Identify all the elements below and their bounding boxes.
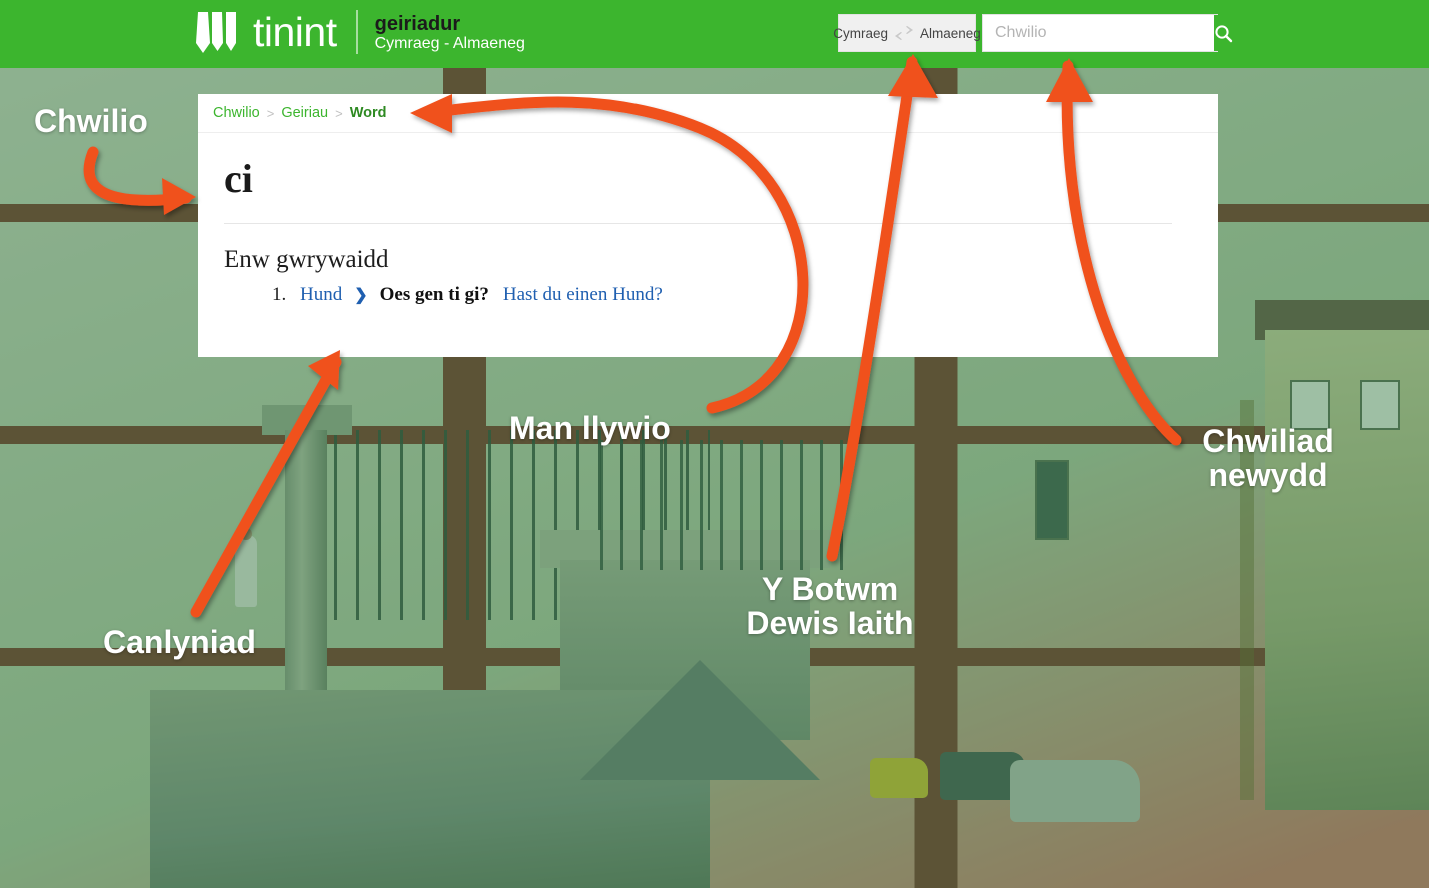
chevron-right-icon: ❯	[354, 287, 368, 304]
brand[interactable]: tinint geiriadur Cymraeg - Almaeneg	[196, 10, 525, 54]
site-header: tinint geiriadur Cymraeg - Almaeneg Cymr…	[0, 0, 1429, 68]
breadcrumb-item-word: Word	[349, 105, 387, 121]
breadcrumb-item-geiriau[interactable]: Geiriau	[281, 105, 328, 121]
app-title: geiriadur	[374, 12, 461, 35]
example-target: Hast du einen Hund?	[502, 284, 663, 305]
example-source: Oes gen ti gi?	[379, 284, 489, 305]
sense-item: 1. Hund ❯ Oes gen ti gi? Hast du einen H…	[272, 284, 1182, 306]
search-input[interactable]	[983, 15, 1214, 51]
search-box[interactable]	[982, 14, 1233, 52]
dictionary-entry: ci Enw gwrywaidd 1. Hund ❯ Oes gen ti gi…	[198, 133, 1218, 306]
headword: ci	[224, 156, 253, 201]
breadcrumb-separator: >	[335, 105, 343, 121]
sense-number: 1.	[272, 284, 287, 305]
swap-arrows-icon	[893, 26, 914, 40]
wordmark: tinint	[253, 9, 337, 55]
sense-translation[interactable]: Hund	[300, 284, 342, 306]
language-toggle-button[interactable]: Cymraeg Almaeneg	[833, 14, 981, 52]
breadcrumb-separator: >	[266, 105, 275, 121]
sense-list: 1. Hund ❯ Oes gen ti gi? Hast du einen H…	[224, 284, 1182, 306]
screenshot-root: tinint geiriadur Cymraeg - Almaeneg Cymr…	[0, 0, 1429, 888]
language-source-label: Cymraeg	[833, 25, 888, 41]
part-of-speech: Enw gwrywaidd	[224, 246, 389, 273]
dictionary-card: Chwilio > Geiriau > Word ci Enw gwrywaid…	[198, 94, 1218, 357]
breadcrumb-item-chwilio[interactable]: Chwilio	[213, 105, 260, 121]
brand-divider	[355, 10, 358, 54]
app-subtitle: Cymraeg - Almaeneg	[374, 35, 525, 53]
language-target-label: Almaeneg	[919, 25, 981, 41]
breadcrumb: Chwilio > Geiriau > Word	[198, 94, 1218, 133]
search-icon	[1215, 24, 1233, 42]
search-button[interactable]	[1214, 15, 1233, 51]
tint-logo-icon	[196, 12, 236, 53]
